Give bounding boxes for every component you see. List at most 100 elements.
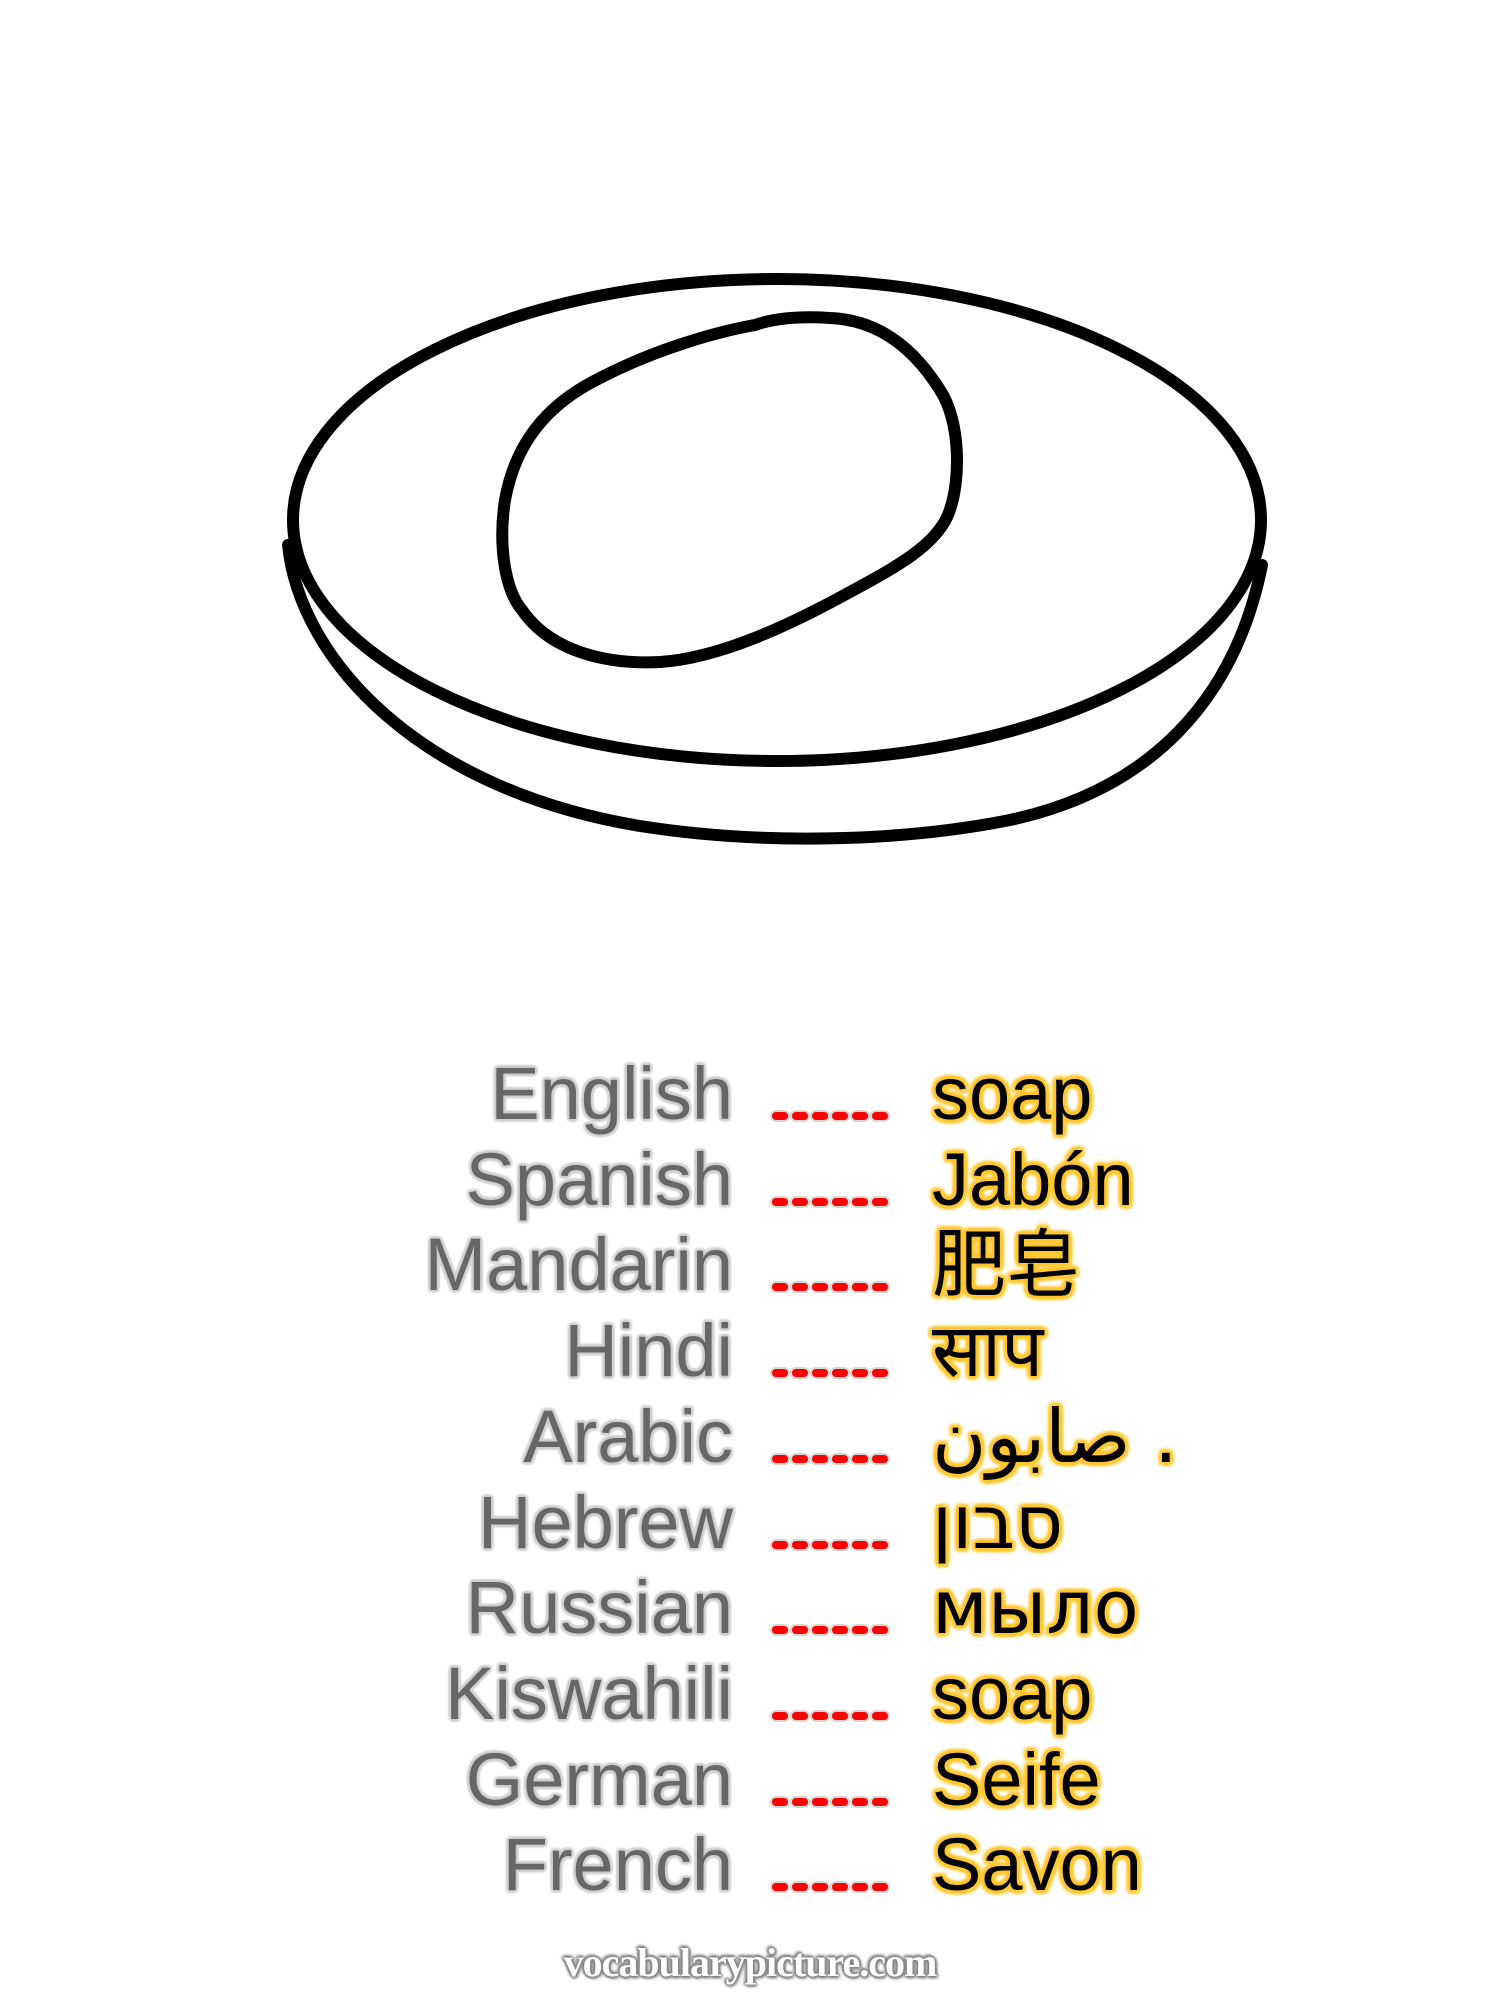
dash (832, 1540, 848, 1549)
dash (852, 1112, 868, 1120)
translation-row-russian: Russian мыло (0, 1559, 1500, 1652)
dash (832, 1369, 848, 1378)
translated-word: Seife (932, 1737, 1101, 1821)
dash (772, 1711, 788, 1720)
dash (792, 1883, 808, 1892)
dash (872, 1454, 888, 1463)
language-label: English (490, 1052, 733, 1135)
language-label: Hindi (564, 1309, 733, 1393)
separator-dashes (772, 1282, 890, 1292)
dash (772, 1454, 788, 1463)
separator-dashes (772, 1797, 890, 1807)
translated-word: صابون . (932, 1393, 1178, 1480)
dash (852, 1283, 868, 1292)
dash (772, 1197, 788, 1206)
dash (812, 1454, 828, 1463)
translated-word: soap (932, 1651, 1093, 1735)
dash (872, 1112, 888, 1120)
separator-dashes (772, 1711, 890, 1721)
dash (832, 1883, 848, 1892)
translated-word: Jabón (932, 1137, 1134, 1221)
dash (772, 1283, 788, 1292)
dash (812, 1197, 828, 1206)
dash (872, 1626, 888, 1635)
translation-row-mandarin: Mandarin 肥皂 (0, 1216, 1500, 1309)
language-label: Hebrew (478, 1480, 733, 1564)
dash (832, 1626, 848, 1635)
dash (772, 1797, 788, 1806)
dash (792, 1112, 808, 1120)
language-label: Mandarin (424, 1223, 733, 1307)
dash (792, 1197, 808, 1206)
translated-word: soap (932, 1052, 1093, 1135)
dash (852, 1711, 868, 1720)
dish-top-rim (287, 273, 1267, 767)
dash (832, 1797, 848, 1806)
dash (872, 1797, 888, 1806)
dash (832, 1112, 848, 1120)
dash (812, 1283, 828, 1292)
translation-row-hebrew: Hebrew סבון (0, 1474, 1500, 1560)
separator-dashes (772, 1368, 890, 1378)
dash (772, 1883, 788, 1892)
translation-row-french: French Savon (0, 1816, 1500, 1902)
language-label: Kiswahili (445, 1651, 733, 1735)
translation-row-spanish: Spanish Jabón (0, 1131, 1500, 1217)
language-label: Russian (465, 1566, 733, 1650)
dash (852, 1883, 868, 1892)
dash (792, 1711, 808, 1720)
dash (772, 1626, 788, 1635)
dash (872, 1540, 888, 1549)
dash (872, 1369, 888, 1378)
language-label: Spanish (465, 1137, 733, 1221)
translation-row-arabic: Arabic صابون . (0, 1388, 1500, 1474)
dash (872, 1883, 888, 1892)
dash (812, 1883, 828, 1892)
separator-dashes (772, 1197, 890, 1207)
dash (832, 1711, 848, 1720)
dash (812, 1540, 828, 1549)
dash (792, 1283, 808, 1292)
translated-word: साप (932, 1308, 1044, 1395)
dash (792, 1626, 808, 1635)
dash (832, 1283, 848, 1292)
dash (792, 1454, 808, 1463)
language-label: Arabic (523, 1394, 733, 1478)
dash (852, 1454, 868, 1463)
dash (792, 1369, 808, 1378)
translation-row-english: English soap (0, 1045, 1500, 1131)
language-label: French (502, 1823, 733, 1907)
dash (812, 1112, 828, 1120)
separator-dashes (772, 1454, 890, 1464)
soap-bar (496, 311, 964, 669)
dash (872, 1711, 888, 1720)
translation-row-kiswahili: Kiswahili soap (0, 1645, 1500, 1731)
translation-row-german: German Seife (0, 1731, 1500, 1817)
dash (872, 1283, 888, 1292)
dash (852, 1626, 868, 1635)
dash (772, 1369, 788, 1378)
translated-word: мыло (932, 1565, 1139, 1652)
soap-dish-illustration (282, 273, 1268, 845)
dash (792, 1797, 808, 1806)
dash (812, 1797, 828, 1806)
dash (792, 1540, 808, 1549)
dash (852, 1369, 868, 1378)
separator-dashes (772, 1882, 890, 1892)
dash (852, 1797, 868, 1806)
translated-word: סבון (932, 1479, 1064, 1566)
dash (812, 1369, 828, 1378)
translated-word: 肥皂 (932, 1222, 1080, 1309)
dash (772, 1112, 788, 1120)
dash (832, 1454, 848, 1463)
dash (812, 1626, 828, 1635)
dash (872, 1197, 888, 1206)
language-label: German (465, 1737, 733, 1821)
watermark: vocabularypicture.com (563, 1940, 938, 1985)
dash (772, 1540, 788, 1549)
separator-dashes (772, 1625, 890, 1635)
dash (812, 1711, 828, 1720)
translated-word: Savon (932, 1823, 1142, 1907)
translation-row-hindi: Hindi साप (0, 1302, 1500, 1395)
separator-dashes (772, 1540, 890, 1550)
